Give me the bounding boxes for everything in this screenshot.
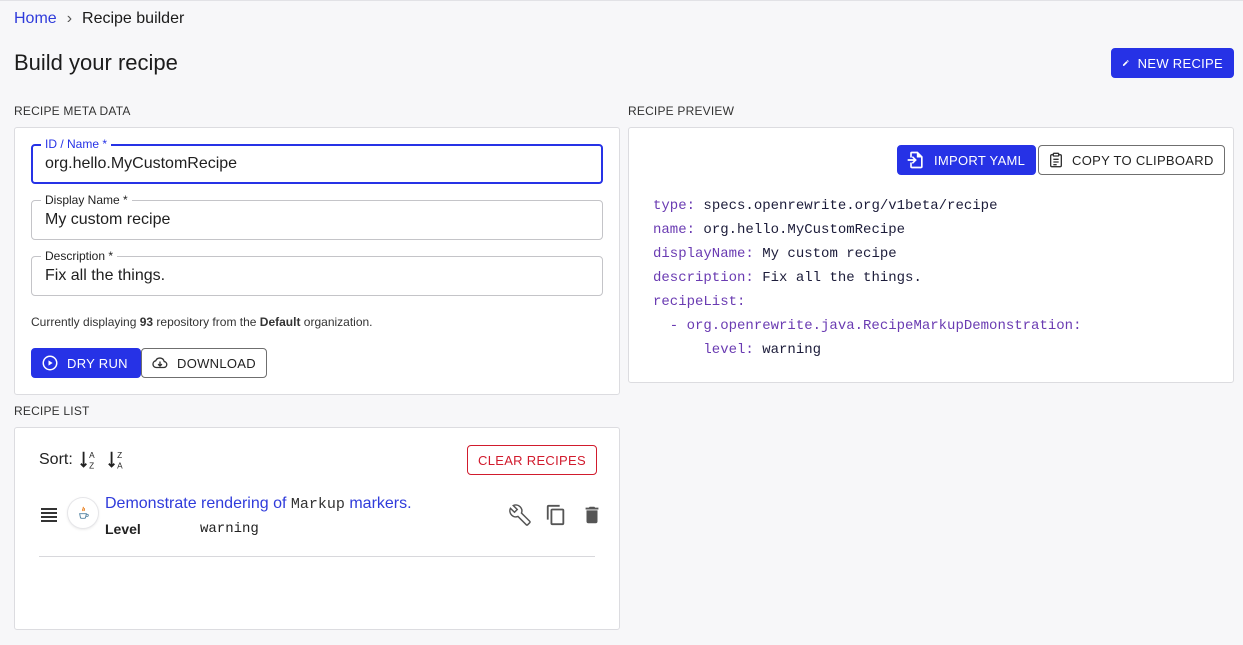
cloud-download-icon	[152, 357, 168, 369]
sort-alpha-desc-icon[interactable]: Z A	[107, 449, 129, 471]
id-name-label: ID / Name *	[41, 137, 112, 151]
copy-icon[interactable]	[545, 504, 567, 526]
yaml-line: type: specs.openrewrite.org/v1beta/recip…	[653, 194, 1081, 218]
recipe-option-name: Level	[105, 521, 141, 537]
recipe-title-link[interactable]: Demonstrate rendering of Markup markers.	[105, 495, 412, 513]
breadcrumb: Home › Recipe builder	[14, 10, 184, 28]
recipe-option-value: warning	[200, 521, 259, 537]
yaml-key: recipeList:	[653, 294, 746, 310]
list-divider	[39, 556, 595, 557]
description-input[interactable]	[45, 267, 585, 285]
yaml-value: My custom recipe	[753, 246, 897, 262]
repository-count: 93	[139, 315, 154, 329]
svg-text:Z: Z	[89, 461, 94, 470]
play-circle-icon	[42, 355, 58, 371]
note-prefix: Currently displaying	[31, 315, 140, 329]
recipe-meta-card: ID / Name * Display Name * Description *…	[14, 127, 620, 395]
note-suffix: organization.	[300, 315, 373, 329]
recipe-preview-card: IMPORT YAML COPY TO CLIPBOARD type: spec…	[628, 127, 1234, 383]
import-yaml-button[interactable]: IMPORT YAML	[897, 145, 1037, 175]
yaml-key: description:	[653, 270, 754, 286]
new-recipe-button[interactable]: NEW RECIPE	[1111, 48, 1234, 78]
svg-text:Z: Z	[117, 451, 122, 460]
dry-run-label: DRY RUN	[67, 355, 128, 371]
new-recipe-label: NEW RECIPE	[1137, 55, 1223, 71]
recipe-title-suffix: markers.	[344, 495, 412, 512]
download-button[interactable]: DOWNLOAD	[141, 348, 267, 378]
organization-name: Default	[259, 315, 301, 329]
yaml-key: - org.openrewrite.java.RecipeMarkupDemon…	[653, 318, 1082, 334]
display-name-field[interactable]: Display Name *	[31, 193, 603, 240]
preview-section-label: RECIPE PREVIEW	[628, 104, 735, 118]
svg-text:A: A	[89, 451, 95, 460]
repository-count-note: Currently displaying 93 repository from …	[31, 315, 373, 329]
copy-to-clipboard-button[interactable]: COPY TO CLIPBOARD	[1038, 145, 1225, 175]
yaml-line: description: Fix all the things.	[653, 266, 1081, 290]
display-name-label: Display Name *	[41, 193, 132, 207]
page-title: Build your recipe	[14, 50, 178, 75]
yaml-key: type:	[653, 198, 696, 214]
sort-alpha-asc-icon[interactable]: A Z	[79, 449, 101, 471]
file-import-icon	[907, 151, 923, 169]
import-yaml-label: IMPORT YAML	[934, 152, 1026, 168]
recipe-title-code: Markup	[290, 496, 345, 513]
recipe-list-item: Demonstrate rendering of Markup markers.…	[39, 494, 599, 556]
meta-section-label: RECIPE META DATA	[14, 104, 131, 118]
clipboard-icon	[1050, 152, 1062, 168]
description-label: Description *	[41, 249, 118, 263]
yaml-key: displayName:	[653, 246, 754, 262]
svg-text:A: A	[117, 461, 123, 470]
breadcrumb-current: Recipe builder	[82, 10, 185, 27]
copy-to-clipboard-label: COPY TO CLIPBOARD	[1072, 152, 1214, 168]
id-name-input[interactable]	[45, 155, 585, 173]
yaml-value: warning	[753, 342, 822, 358]
yaml-line: level: warning	[653, 338, 1081, 362]
sort-label: Sort:	[39, 451, 73, 468]
note-middle: repository from the	[153, 315, 260, 329]
wrench-icon[interactable]	[509, 504, 531, 526]
yaml-key: name:	[653, 222, 696, 238]
yaml-value: org.hello.MyCustomRecipe	[695, 222, 906, 238]
trash-icon[interactable]	[581, 504, 603, 526]
recipe-title-prefix: Demonstrate rendering of	[105, 495, 291, 512]
breadcrumb-separator: ›	[66, 10, 73, 27]
sort-controls: Sort: A Z Z A	[39, 449, 129, 471]
yaml-key: level:	[653, 342, 754, 358]
yaml-line: displayName: My custom recipe	[653, 242, 1081, 266]
yaml-value: specs.openrewrite.org/v1beta/recipe	[695, 198, 998, 214]
clear-recipes-button[interactable]: CLEAR RECIPES	[467, 445, 597, 475]
yaml-line: recipeList:	[653, 290, 1081, 314]
yaml-line: name: org.hello.MyCustomRecipe	[653, 218, 1081, 242]
recipe-list-card: Sort: A Z Z A CLEAR RECIPES Demonstrate …	[14, 427, 620, 630]
drag-handle-icon[interactable]	[41, 508, 57, 524]
yaml-line: - org.openrewrite.java.RecipeMarkupDemon…	[653, 314, 1082, 338]
dry-run-button[interactable]: DRY RUN	[31, 348, 141, 378]
display-name-input[interactable]	[45, 211, 585, 229]
pencil-icon	[1122, 60, 1129, 66]
java-logo-icon	[68, 498, 98, 528]
list-section-label: RECIPE LIST	[14, 404, 90, 418]
yaml-preview: type: specs.openrewrite.org/v1beta/recip…	[653, 194, 1081, 362]
breadcrumb-home-link[interactable]: Home	[14, 10, 57, 28]
description-field[interactable]: Description *	[31, 249, 603, 296]
download-label: DOWNLOAD	[177, 355, 256, 371]
id-name-field[interactable]: ID / Name *	[31, 137, 603, 184]
yaml-value: Fix all the things.	[753, 270, 922, 286]
